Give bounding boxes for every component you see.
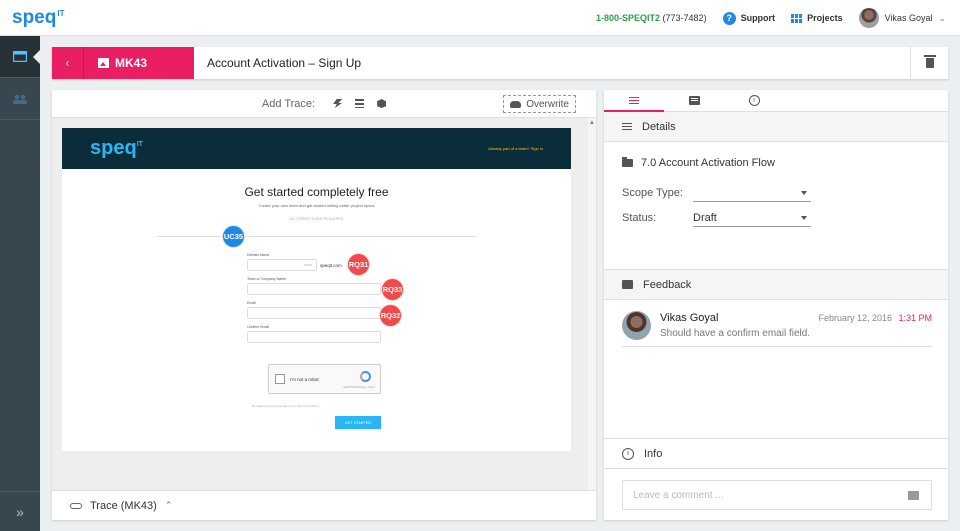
scroll-up-icon[interactable]: ▲ bbox=[589, 120, 595, 126]
double-chevron-right-icon: » bbox=[16, 503, 24, 520]
rail-item-mockups[interactable] bbox=[0, 36, 41, 78]
comment-send-icon[interactable] bbox=[908, 491, 919, 500]
badge-rq33[interactable]: RQ33 bbox=[381, 278, 404, 301]
status-row: Status: Draft bbox=[622, 209, 811, 227]
add-trace-bar: Add Trace: Overwrite bbox=[52, 90, 596, 118]
lightning-icon[interactable] bbox=[333, 99, 343, 108]
comment-input[interactable]: Leave a comment ... bbox=[622, 480, 932, 510]
chevron-down-icon: ⌄ bbox=[938, 12, 946, 23]
tab-details[interactable] bbox=[604, 90, 664, 112]
badge-uc35[interactable]: UC35 bbox=[222, 225, 245, 248]
comment-icon bbox=[688, 96, 700, 105]
caret-down-icon bbox=[801, 215, 807, 220]
user-menu[interactable]: Vikas Goyal ⌄ bbox=[858, 8, 946, 28]
phone-number: 1-800-SPEQIT2 (773-7482) bbox=[595, 13, 707, 23]
confirm-email-field bbox=[247, 331, 381, 343]
info-header[interactable]: i Info bbox=[604, 439, 948, 469]
page-title: Account Activation – Sign Up bbox=[207, 56, 362, 70]
captcha-checkbox bbox=[275, 374, 285, 384]
mockup-no-credit-card: NO CREDIT CARD REQUIRED bbox=[289, 217, 344, 221]
artifact-tag: MK43 bbox=[84, 47, 194, 79]
notes-icon bbox=[622, 123, 632, 130]
folder-link[interactable]: 7.0 Account Activation Flow bbox=[622, 157, 775, 169]
trash-icon bbox=[923, 55, 936, 68]
avatar bbox=[858, 8, 879, 28]
comment-icon bbox=[622, 280, 633, 289]
back-button[interactable]: ‹ bbox=[52, 47, 84, 79]
terms-text: By creating an account you agree to our … bbox=[252, 405, 319, 408]
details-header: Details bbox=[604, 112, 948, 142]
comment-author: Vikas Goyal bbox=[660, 312, 719, 324]
tab-feedback[interactable] bbox=[664, 90, 724, 111]
team-field bbox=[247, 283, 381, 295]
cloud-upload-icon bbox=[510, 100, 522, 108]
team-label: Team or Company Name bbox=[247, 277, 286, 281]
window-icon bbox=[13, 51, 27, 62]
notes-icon bbox=[629, 97, 639, 104]
link-icon bbox=[70, 502, 82, 509]
trace-footer[interactable]: Trace (MK43) ⌃ bbox=[52, 490, 596, 520]
comment-time: 1:31 PM bbox=[898, 313, 932, 323]
comment-text: Should have a confirm email field. bbox=[660, 328, 811, 339]
caret-down-icon bbox=[801, 190, 807, 195]
list-icon[interactable] bbox=[355, 99, 365, 108]
rail-item-team[interactable] bbox=[0, 78, 40, 120]
recaptcha-icon bbox=[360, 371, 371, 382]
overwrite-button[interactable]: Overwrite bbox=[503, 95, 576, 113]
tab-info[interactable]: i bbox=[724, 90, 784, 111]
confirm-email-label: Confirm Email bbox=[247, 325, 269, 329]
mockup-subtitle: Create your own team and get started wri… bbox=[258, 203, 375, 208]
get-started-button: GET STARTED bbox=[335, 416, 381, 429]
mockup-image: speq IT Already part of a team? Sign in G… bbox=[62, 128, 571, 451]
email-field bbox=[247, 307, 381, 319]
mockup-panel: Add Trace: Overwrite speq IT Already part… bbox=[52, 90, 596, 520]
help-icon: ? bbox=[722, 11, 736, 25]
grid-icon bbox=[791, 13, 803, 23]
domain-field: team speqit.com bbox=[247, 259, 342, 271]
projects-link[interactable]: Projects bbox=[791, 13, 843, 23]
avatar bbox=[622, 311, 651, 340]
scrollbar[interactable] bbox=[588, 118, 596, 490]
scope-type-row: Scope Type: bbox=[622, 184, 811, 202]
list-item: Vikas Goyal Should have a confirm email … bbox=[622, 311, 932, 347]
artifact-header: ‹ MK43 Account Activation – Sign Up bbox=[52, 47, 948, 79]
chevron-up-icon: ⌃ bbox=[164, 500, 173, 510]
mockup-canvas[interactable]: speq IT Already part of a team? Sign in G… bbox=[52, 118, 588, 490]
top-bar: speq IT 1-800-SPEQIT2 (773-7482) ? Suppor… bbox=[0, 0, 960, 36]
captcha-box: I'm not a robot reCAPTCHA Privacy - Term… bbox=[268, 364, 381, 394]
folder-icon bbox=[622, 157, 633, 167]
package-icon[interactable] bbox=[377, 99, 387, 108]
delete-button[interactable] bbox=[910, 47, 948, 79]
badge-rq32[interactable]: RQ32 bbox=[379, 304, 402, 327]
info-icon: i bbox=[748, 95, 760, 106]
app-logo[interactable]: speq IT bbox=[12, 7, 64, 29]
image-icon bbox=[98, 58, 109, 68]
mockup-header: speq IT Already part of a team? Sign in bbox=[62, 128, 571, 169]
badge-rq31[interactable]: RQ31 bbox=[347, 253, 370, 276]
mockup-title: Get started completely free bbox=[244, 185, 389, 199]
email-label: Email bbox=[247, 301, 256, 305]
mockup-signin-link: Already part of a team? Sign in bbox=[488, 146, 543, 151]
status-select[interactable]: Draft bbox=[693, 209, 811, 227]
side-panel-tabs: i bbox=[604, 90, 948, 112]
comment-date: February 12, 2016 bbox=[818, 313, 892, 323]
left-rail: » bbox=[0, 36, 41, 531]
mockup-logo: speq IT bbox=[90, 137, 143, 159]
support-link[interactable]: ? Support bbox=[722, 11, 775, 25]
top-nav: 1-800-SPEQIT2 (773-7482) ? Support Proje… bbox=[596, 0, 946, 36]
divider bbox=[157, 236, 477, 237]
feedback-section: Vikas Goyal Should have a confirm email … bbox=[604, 300, 948, 439]
info-icon: i bbox=[622, 447, 634, 460]
expand-rail-button[interactable]: » bbox=[0, 491, 40, 531]
feedback-header: Feedback bbox=[604, 270, 948, 300]
chevron-left-icon: ‹ bbox=[65, 56, 70, 70]
add-trace-label: Add Trace: bbox=[261, 97, 316, 110]
side-panel: i Details 7.0 Account Activation Flow Sc… bbox=[604, 90, 948, 520]
people-icon bbox=[13, 94, 27, 104]
details-section: 7.0 Account Activation Flow Scope Type: … bbox=[604, 142, 948, 270]
scope-type-select[interactable] bbox=[693, 184, 811, 202]
trace-tools bbox=[333, 99, 387, 108]
